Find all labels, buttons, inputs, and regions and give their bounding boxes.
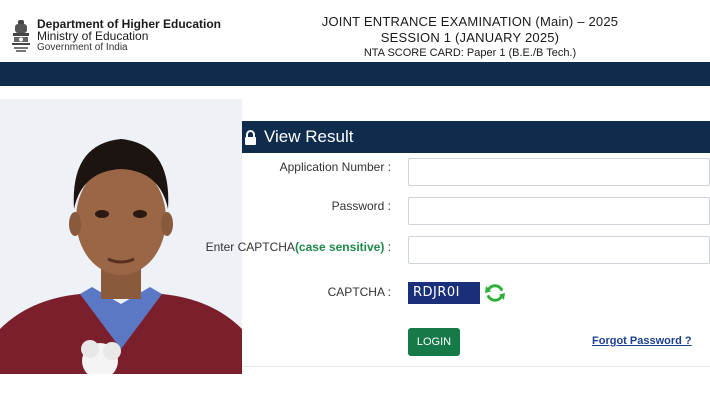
scorecard-title: NTA SCORE CARD: Paper 1 (B.E./B Tech.) (363, 47, 577, 59)
application-number-input[interactable] (408, 158, 710, 186)
login-button[interactable]: LOGIN (408, 328, 460, 356)
department-block: Department of Higher Education Ministry … (37, 18, 221, 54)
ministry-name: Ministry of Education (37, 29, 149, 43)
captcha-input[interactable] (408, 236, 710, 264)
exam-title-block: JOINT ENTRANCE EXAMINATION (Main) – 2025… (300, 14, 640, 61)
password-label: Password : (331, 199, 391, 213)
candidate-photo-image (0, 99, 242, 374)
page-header: Department of Higher Education Ministry … (0, 0, 710, 62)
form-divider (242, 366, 710, 367)
lock-icon (245, 130, 256, 145)
forgot-password-link[interactable]: Forgot Password ? (592, 335, 692, 347)
national-emblem-icon (12, 20, 30, 52)
captcha-image: RDJR0I (408, 282, 480, 304)
government-name: Government of India (37, 42, 128, 53)
application-number-label: Application Number : (279, 160, 391, 174)
captcha-input-label: Enter CAPTCHA(case sensitive) : (191, 238, 391, 256)
navigation-bar (0, 62, 710, 86)
exam-session: SESSION 1 (JANUARY 2025) (380, 30, 560, 45)
captcha-input-label-prefix: Enter CAPTCHA (205, 240, 295, 254)
captcha-input-label-suffix: : (384, 240, 391, 254)
password-input[interactable] (408, 197, 710, 225)
captcha-label: CAPTCHA : (327, 285, 391, 299)
refresh-icon[interactable] (484, 282, 506, 304)
view-result-header: View Result (242, 121, 710, 153)
exam-title: JOINT ENTRANCE EXAMINATION (Main) – 2025 (321, 14, 619, 29)
candidate-photo (0, 99, 242, 374)
case-sensitive-note: (case sensitive) (294, 240, 385, 254)
panel-title: View Result (264, 127, 354, 146)
